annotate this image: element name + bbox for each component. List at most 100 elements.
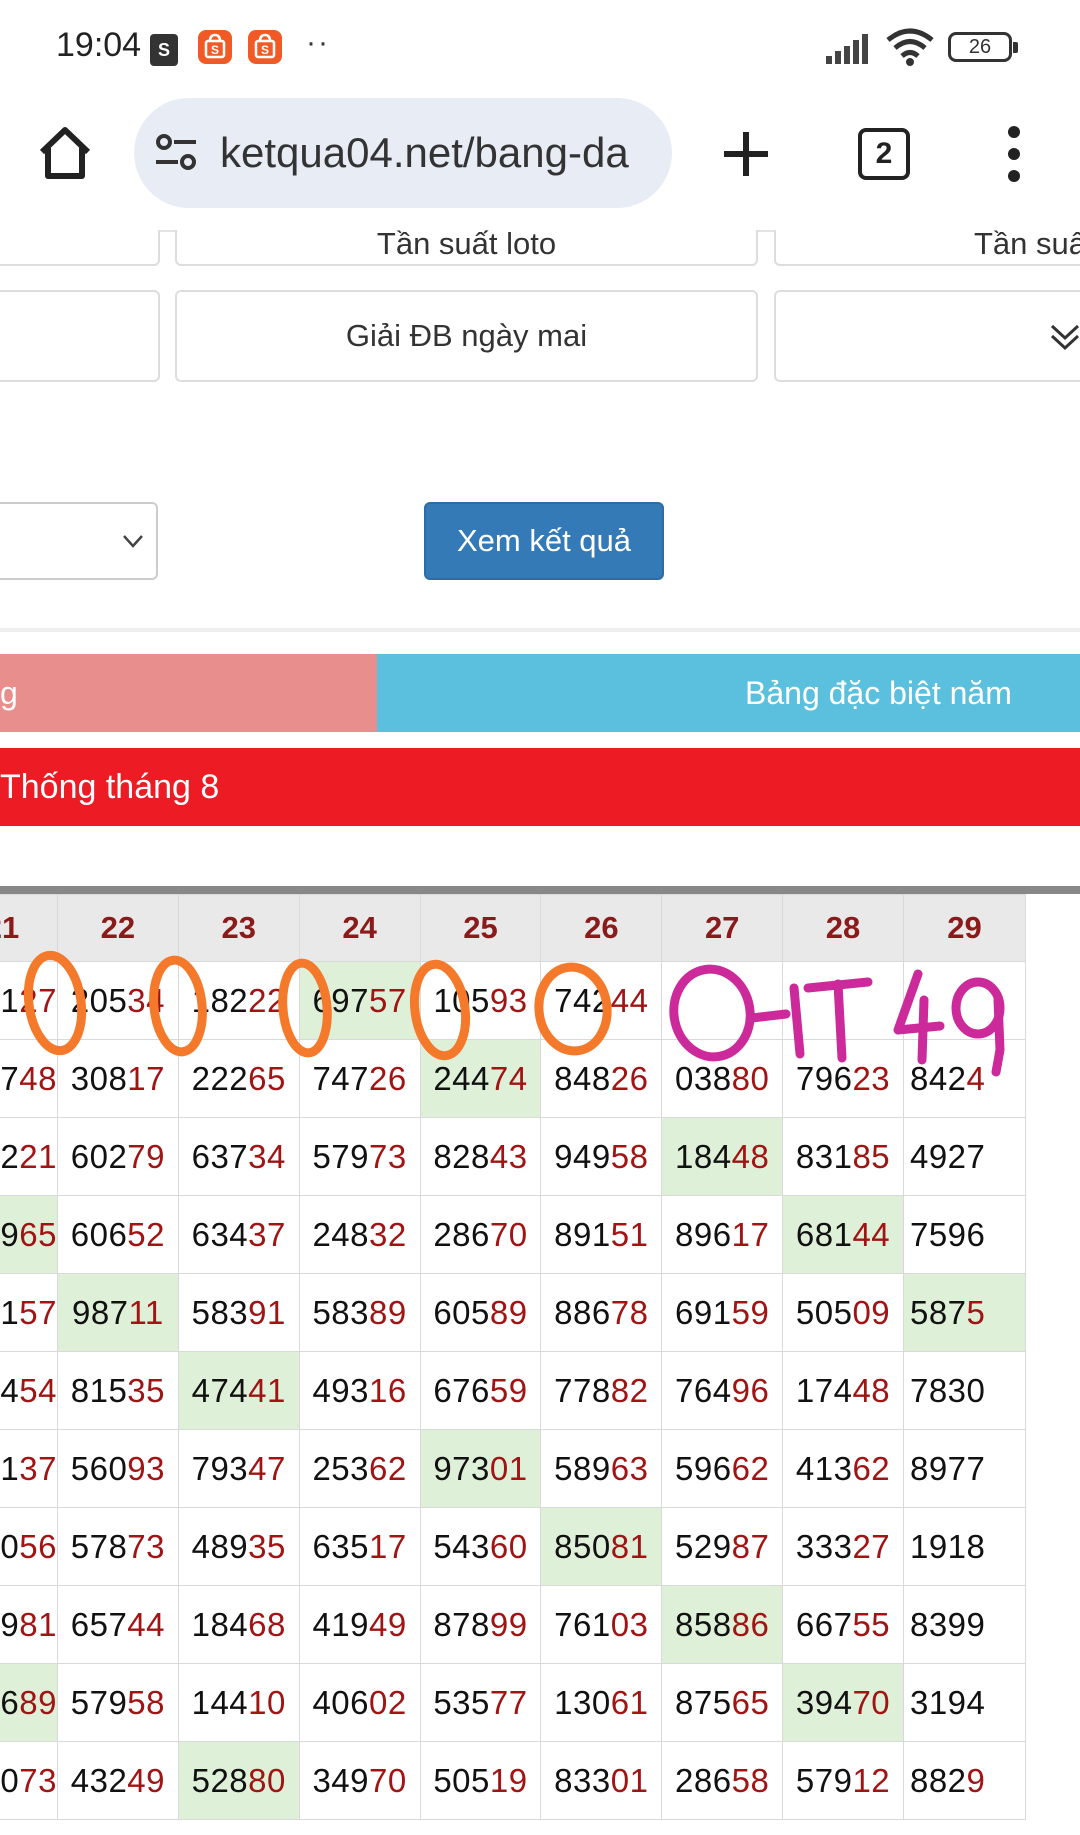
- result-cell: 79623: [782, 1039, 904, 1118]
- result-head-digits: 205: [70, 981, 128, 1019]
- result-tail-digits: 79: [127, 1137, 166, 1175]
- result-head-digits: 174: [795, 1371, 853, 1409]
- section-divider: [0, 628, 1080, 632]
- result-head-digits: 891: [554, 1215, 611, 1253]
- result-cell: 63517: [298, 1507, 421, 1586]
- result-head-digits: 973: [433, 1449, 490, 1487]
- result-tail-digits: 35: [248, 1527, 286, 1565]
- result-tail-digits: 44: [127, 1605, 166, 1643]
- result-head-digits: 833: [554, 1761, 611, 1799]
- result-head-digits: 2: [0, 1137, 20, 1175]
- result-cell: 8829: [902, 1741, 1027, 1820]
- result-cell: 24832: [298, 1195, 421, 1274]
- link-mid-left[interactable]: [0, 290, 160, 382]
- result-tail-digits: 86: [731, 1605, 770, 1643]
- column-header-day: 25: [419, 894, 542, 962]
- result-head-digits: 394: [795, 1683, 853, 1721]
- result-tail-digits: 41: [248, 1371, 286, 1409]
- link-mid-right-dropdown[interactable]: [774, 290, 1080, 382]
- result-tail-digits: 58: [610, 1137, 649, 1175]
- result-tail-digits: 17: [731, 1215, 770, 1253]
- home-button[interactable]: [34, 122, 96, 184]
- result-head-digits: 747: [312, 1059, 370, 1097]
- result-cell: 57912: [782, 1741, 904, 1820]
- tab-switcher-button[interactable]: 2: [858, 128, 910, 180]
- result-head-digits: 831: [795, 1137, 853, 1175]
- result-tail-digits: 44: [852, 1215, 891, 1253]
- table-row: 748 30817 22265 74726 24474 84826 03880 79623 84…: [0, 1039, 1027, 1118]
- tab-bang-dac-biet-nam[interactable]: Bảng đặc biệt năm: [377, 654, 1080, 732]
- result-cell: [902, 961, 1027, 1040]
- result-tail-digits: 80: [248, 1761, 286, 1799]
- result-cell: 87899: [419, 1585, 542, 1664]
- result-cell: 25362: [298, 1429, 421, 1508]
- result-head-digits: 144: [191, 1683, 249, 1721]
- result-cell: 63437: [177, 1195, 300, 1274]
- wifi-icon: [886, 28, 934, 71]
- result-head-digits: 286: [675, 1761, 732, 1799]
- result-cell: 127: [0, 961, 58, 1040]
- result-cell: 689: [0, 1663, 58, 1742]
- result-head-digits: 535: [433, 1683, 490, 1721]
- link-tan-suat-loto[interactable]: Tần suất loto: [175, 230, 758, 266]
- section-title: Thống tháng 8: [0, 768, 220, 806]
- result-tail-digits: 68: [248, 1605, 286, 1643]
- link-top-left[interactable]: [0, 230, 160, 266]
- result-tail-digits: 62: [731, 1449, 770, 1487]
- result-head-digits: 349: [312, 1761, 370, 1799]
- result-tail-digits: 03: [610, 1605, 649, 1643]
- result-tail-digits: 17: [127, 1059, 166, 1097]
- result-head-digits: 697: [312, 981, 370, 1019]
- result-cell: 59662: [661, 1429, 784, 1508]
- link-tan-suat[interactable]: Tần suất: [774, 230, 1080, 266]
- result-cell: 981: [0, 1585, 58, 1664]
- tab-left[interactable]: g: [0, 654, 377, 732]
- result-cell: 454: [0, 1351, 58, 1430]
- url-text[interactable]: ketqua04.net/bang-da: [220, 129, 660, 177]
- result-tail-digits: 74: [489, 1059, 528, 1097]
- section-title-bar: Thống tháng 8: [0, 748, 1080, 826]
- result-cell: 50509: [782, 1273, 904, 1352]
- result-cell: 84826: [540, 1039, 663, 1118]
- result-cell: 58389: [298, 1273, 421, 1352]
- table-row: 127 20534 18222 69757 10593 74244: [0, 961, 1027, 1040]
- result-cell: 65744: [56, 1585, 179, 1664]
- result-tail-digits: 89: [369, 1293, 407, 1331]
- result-cell: 7830: [902, 1351, 1027, 1430]
- new-tab-button[interactable]: [718, 126, 774, 182]
- result-tail-digits: 48: [19, 1059, 57, 1097]
- result-cell: 48935: [177, 1507, 300, 1586]
- link-giai-db-ngay-mai[interactable]: Giải ĐB ngày mai: [175, 290, 758, 382]
- result-head-digits: 244: [433, 1059, 490, 1097]
- table-row: 965 60652 63437 24832 28670 89151 89617 68144 75…: [0, 1195, 1027, 1274]
- result-head-digits: 505: [795, 1293, 853, 1331]
- result-head-digits: 8399: [909, 1605, 986, 1643]
- more-menu-button[interactable]: [1002, 124, 1026, 184]
- result-head-digits: 7: [0, 1059, 20, 1097]
- result-head-digits: 184: [675, 1137, 732, 1175]
- result-tail-digits: 17: [369, 1527, 407, 1565]
- result-cell: 67659: [419, 1351, 542, 1430]
- result-head-digits: 333: [795, 1527, 853, 1565]
- shopee-icon: S: [248, 30, 282, 64]
- result-cell: 52987: [661, 1507, 784, 1586]
- address-bar[interactable]: ketqua04.net/bang-da: [134, 98, 672, 208]
- result-head-digits: 6: [0, 1683, 20, 1721]
- result-tail-digits: 32: [369, 1215, 407, 1253]
- result-tail-digits: 63: [610, 1449, 649, 1487]
- result-head-digits: 949: [554, 1137, 611, 1175]
- site-settings-icon[interactable]: [154, 132, 200, 172]
- month-select[interactable]: [0, 502, 158, 580]
- result-cell: 18468: [177, 1585, 300, 1664]
- table-row: 221 60279 63734 57973 82843 94958 18448 83185 49…: [0, 1117, 1027, 1196]
- result-cell: 85081: [540, 1507, 663, 1586]
- result-cell: 97301: [419, 1429, 542, 1508]
- result-cell: 63734: [177, 1117, 300, 1196]
- result-cell: 13061: [540, 1663, 663, 1742]
- view-results-button[interactable]: Xem kết quả: [424, 502, 664, 580]
- link-label: Tần suất: [974, 230, 1080, 261]
- table-row: 689 57958 14410 40602 53577 13061 87565 39470 31…: [0, 1663, 1027, 1742]
- result-head-digits: 764: [675, 1371, 732, 1409]
- result-cell: 965: [0, 1195, 58, 1274]
- result-head-digits: 691: [675, 1293, 732, 1331]
